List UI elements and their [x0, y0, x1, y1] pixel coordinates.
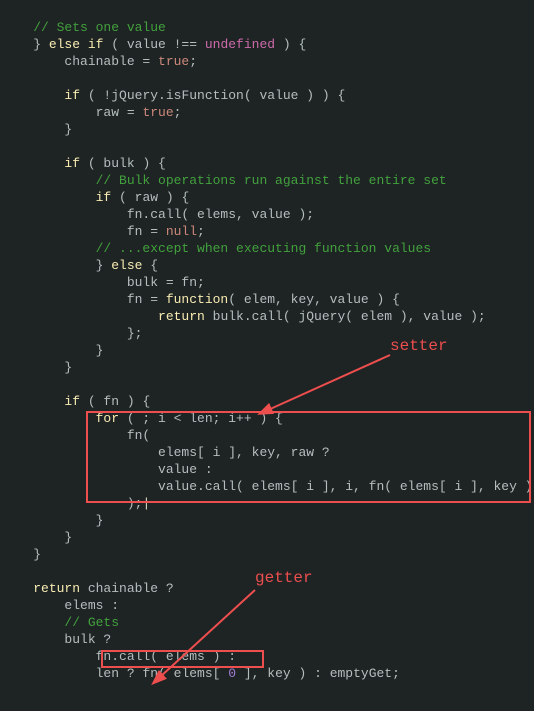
- keyword-function: function: [166, 292, 228, 307]
- annotation-setter-label: setter: [390, 338, 448, 355]
- keyword-else-if: else if: [49, 37, 104, 52]
- keyword-if: if: [64, 156, 80, 171]
- keyword-else: else: [111, 258, 142, 273]
- true-literal: true: [142, 105, 173, 120]
- keyword-return: return: [33, 581, 80, 596]
- null-literal: null: [166, 224, 197, 239]
- keyword-for: for: [96, 411, 119, 426]
- true-literal: true: [158, 54, 189, 69]
- annotation-getter-label: getter: [255, 570, 313, 587]
- comment-line: // ...except when executing function val…: [2, 241, 431, 256]
- code-block: // Sets one value } else if ( value !== …: [0, 0, 534, 711]
- comment-line: // Gets: [2, 615, 119, 630]
- keyword-if: if: [64, 88, 80, 103]
- arrow-setter-icon: [260, 350, 400, 420]
- number-literal: 0: [228, 666, 236, 681]
- keyword-if: if: [96, 190, 112, 205]
- keyword-if: if: [64, 394, 80, 409]
- comment-line: // Sets one value: [2, 20, 166, 35]
- undefined-literal: undefined: [205, 37, 275, 52]
- comment-line: // Bulk operations run against the entir…: [2, 173, 447, 188]
- keyword-return: return: [158, 309, 205, 324]
